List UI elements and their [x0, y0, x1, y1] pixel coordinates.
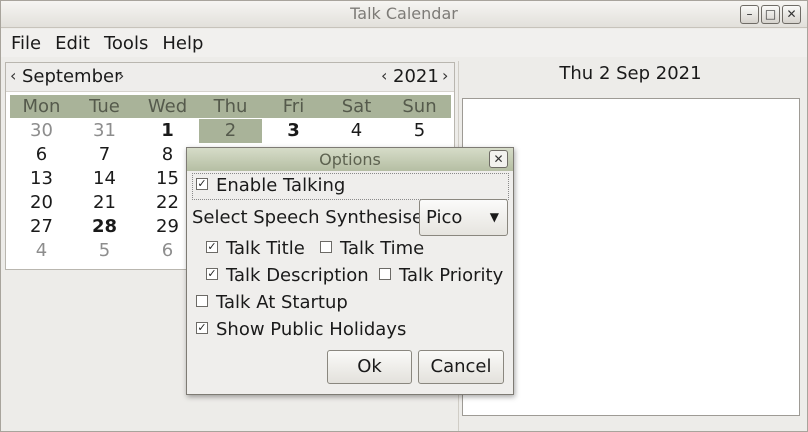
- synth-value: Pico: [426, 207, 463, 228]
- weekday-label: Wed: [147, 96, 188, 117]
- calendar-day-cell[interactable]: 14: [73, 167, 136, 191]
- calendar-day-cell[interactable]: 5: [73, 239, 136, 263]
- talk-title-checkbox[interactable]: ✓ Talk Title: [206, 238, 305, 259]
- calendar-day-cell[interactable]: 2: [199, 119, 262, 143]
- chevron-down-icon: ▼: [489, 210, 499, 224]
- weekday-label: Mon: [22, 96, 61, 117]
- prev-year-icon[interactable]: ‹: [381, 66, 387, 85]
- menu-edit[interactable]: Edit: [55, 33, 90, 54]
- calendar-day-cell[interactable]: 1: [136, 119, 199, 143]
- window-title: Talk Calendar: [350, 4, 458, 23]
- dialog-title[interactable]: Options: [187, 148, 513, 171]
- calendar-day-cell[interactable]: 20: [10, 191, 73, 215]
- calendar-day-cell[interactable]: 28: [73, 215, 136, 239]
- weekday-header: Mon Tue Wed Thu Fri Sat Sun: [10, 95, 451, 118]
- enable-talking-checkbox[interactable]: ✓ Enable Talking: [196, 175, 345, 196]
- cancel-button[interactable]: Cancel: [418, 350, 504, 384]
- synth-select[interactable]: Pico ▼: [419, 199, 508, 236]
- talk-at-startup-checkbox[interactable]: Talk At Startup: [196, 292, 348, 313]
- talk-description-checkbox[interactable]: ✓ Talk Description: [206, 265, 369, 286]
- ok-button[interactable]: Ok: [327, 350, 412, 384]
- calendar-day-cell[interactable]: 30: [10, 119, 73, 143]
- calendar-day-cell[interactable]: 13: [10, 167, 73, 191]
- menu-file[interactable]: File: [11, 33, 41, 54]
- calendar-day-cell[interactable]: 21: [73, 191, 136, 215]
- calendar-navigation: ‹ September › ‹ 2021 ›: [6, 63, 454, 92]
- selected-date-label: Thu 2 Sep 2021: [559, 63, 702, 84]
- checkbox-icon[interactable]: ✓: [206, 241, 218, 253]
- close-button[interactable]: ✕: [782, 5, 801, 24]
- calendar-day-cell[interactable]: 27: [10, 215, 73, 239]
- show-public-holidays-checkbox[interactable]: ✓ Show Public Holidays: [196, 319, 406, 340]
- calendar-day-cell[interactable]: 6: [10, 143, 73, 167]
- title-bar[interactable]: Talk Calendar – □ ✕: [1, 1, 807, 28]
- calendar-day-cell[interactable]: 3: [262, 119, 325, 143]
- weekday-label: Sat: [341, 96, 372, 117]
- checkbox-icon[interactable]: [379, 268, 391, 280]
- checkbox-icon[interactable]: [196, 295, 208, 307]
- checkbox-icon[interactable]: ✓: [196, 178, 208, 190]
- calendar-week-row: 30 31 1 2 3 4 5: [10, 119, 451, 143]
- synth-label: Select Speech Synthesiser:: [192, 207, 437, 228]
- talk-priority-checkbox[interactable]: Talk Priority: [379, 265, 503, 286]
- weekday-label: Tue: [89, 96, 120, 117]
- menu-help[interactable]: Help: [162, 33, 203, 54]
- dialog-close-icon[interactable]: ✕: [489, 150, 508, 168]
- weekday-label: Sun: [402, 96, 437, 117]
- menu-tools[interactable]: Tools: [104, 33, 148, 54]
- month-label[interactable]: September: [22, 66, 122, 87]
- calendar-day-cell[interactable]: 7: [73, 143, 136, 167]
- maximize-button[interactable]: □: [761, 5, 780, 24]
- checkbox-icon[interactable]: ✓: [206, 268, 218, 280]
- talk-time-checkbox[interactable]: Talk Time: [320, 238, 424, 259]
- weekday-label: Fri: [282, 96, 305, 117]
- prev-month-icon[interactable]: ‹: [10, 66, 16, 85]
- next-month-icon[interactable]: ›: [118, 66, 124, 85]
- checkbox-icon[interactable]: [320, 241, 332, 253]
- weekday-label: Thu: [213, 96, 248, 117]
- calendar-day-cell[interactable]: 31: [73, 119, 136, 143]
- next-year-icon[interactable]: ›: [442, 66, 448, 85]
- options-dialog: Options ✕ ✓ Enable Talking Select Speech …: [186, 147, 514, 395]
- year-label[interactable]: 2021: [393, 66, 439, 87]
- calendar-day-cell[interactable]: 5: [388, 119, 451, 143]
- calendar-day-cell[interactable]: 4: [325, 119, 388, 143]
- minimize-button[interactable]: –: [740, 5, 759, 24]
- menu-bar: File Edit Tools Help: [1, 29, 807, 57]
- checkbox-icon[interactable]: ✓: [196, 322, 208, 334]
- calendar-day-cell[interactable]: 4: [10, 239, 73, 263]
